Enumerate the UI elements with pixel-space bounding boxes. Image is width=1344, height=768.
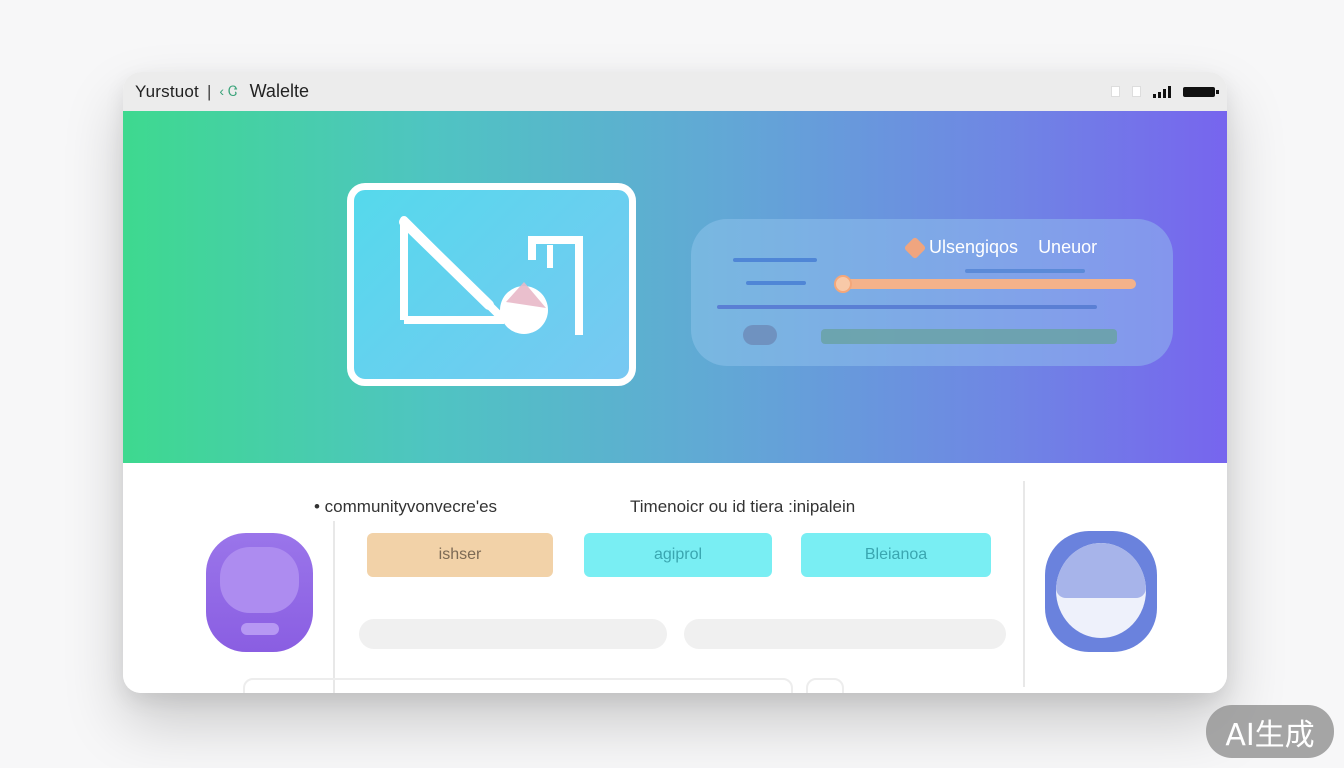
- progress-bar: [821, 329, 1117, 344]
- window-control-icon[interactable]: [1111, 86, 1120, 97]
- title-separator: |: [206, 81, 212, 101]
- card-subtitle-text: Uneuor: [1038, 237, 1098, 257]
- signal-icon: [1153, 85, 1171, 98]
- slider-handle[interactable]: [834, 275, 852, 293]
- mail-illustration: [347, 183, 636, 386]
- agiprol-button[interactable]: agiprol: [584, 533, 772, 577]
- text-line: [733, 258, 817, 262]
- ai-generated-badge: AI生成: [1206, 705, 1334, 758]
- title-bar: Yurstuot | ‹ Ꮳ Walelte: [123, 72, 1227, 111]
- avatar-hair: [1056, 543, 1146, 598]
- avatar-right[interactable]: [1045, 531, 1157, 652]
- text-line: [746, 281, 806, 285]
- app-window: Yurstuot | ‹ Ꮳ Walelte Ulsengiqos Uneuor…: [123, 72, 1227, 693]
- battery-icon: [1183, 86, 1219, 97]
- ishser-button[interactable]: ishser: [367, 533, 553, 577]
- skeleton-box: [806, 678, 844, 693]
- skeleton-box: [243, 678, 793, 693]
- envelope-icon: [399, 216, 583, 335]
- section-heading-left: • communityvonvecre'es: [314, 497, 498, 516]
- column-divider: [1023, 481, 1025, 687]
- avatar-detail: [241, 623, 279, 635]
- skeleton-bar: [684, 619, 1006, 649]
- divider-line: [717, 305, 1097, 309]
- toggle-pill[interactable]: [743, 325, 777, 345]
- avatar-face: [1056, 543, 1146, 638]
- bleianoa-button[interactable]: Bleianoa: [801, 533, 991, 577]
- slider-track[interactable]: [839, 279, 1136, 289]
- avatar-left[interactable]: [206, 533, 313, 652]
- column-divider: [333, 521, 335, 693]
- app-name: Yurstuot: [135, 81, 199, 101]
- card-title-text: Ulsengiqos: [929, 237, 1019, 257]
- window-control-icon[interactable]: [1132, 86, 1141, 97]
- hero-banner: Ulsengiqos Uneuor: [123, 111, 1227, 463]
- avatar-face: [220, 547, 299, 613]
- text-line: [965, 269, 1085, 273]
- skeleton-bar: [359, 619, 667, 649]
- settings-card: Ulsengiqos Uneuor: [691, 219, 1173, 366]
- location-pin-icon: [903, 236, 927, 259]
- card-title: Ulsengiqos Uneuor: [903, 236, 1098, 259]
- section-heading-right: Timenoicr ou id tiera :inipalein: [630, 497, 856, 516]
- content-area: • communityvonvecre'es Timenoicr ou id t…: [123, 463, 1227, 693]
- status-area: [1111, 72, 1219, 111]
- sub-label: ‹ Ꮳ: [219, 83, 238, 99]
- window-title: Walelte: [249, 81, 309, 101]
